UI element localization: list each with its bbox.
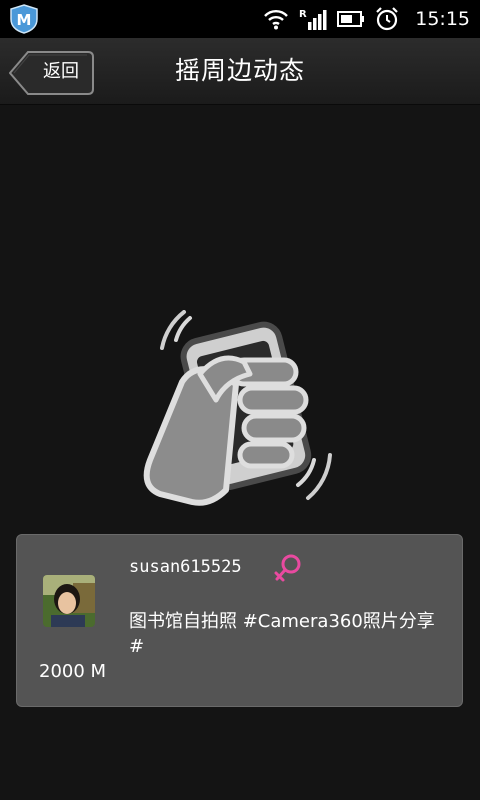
clock: 15:15 [415, 8, 470, 30]
title-bar: 返回 摇周边动态 [0, 38, 480, 105]
female-gender-icon [274, 554, 301, 582]
nearby-user-card[interactable]: susan615525 图书馆自拍照 #Camera360照片分享# 2000 … [16, 534, 463, 707]
signal-icon: R [299, 9, 327, 30]
svg-text:M: M [17, 11, 32, 29]
security-app-icon: M [10, 4, 38, 34]
avatar [43, 575, 95, 627]
battery-icon [337, 11, 365, 27]
username: susan615525 [129, 557, 242, 577]
shake-phone-icon [143, 310, 332, 506]
wifi-icon [264, 10, 289, 30]
distance-label: 2000 M [39, 661, 107, 682]
status-bar: M R 15:15 [0, 0, 480, 38]
page-title: 摇周边动态 [174, 56, 305, 85]
svg-text:R: R [299, 9, 307, 20]
alarm-icon [376, 7, 399, 31]
status-text: 图书馆自拍照 #Camera360照片分享# [129, 611, 435, 657]
